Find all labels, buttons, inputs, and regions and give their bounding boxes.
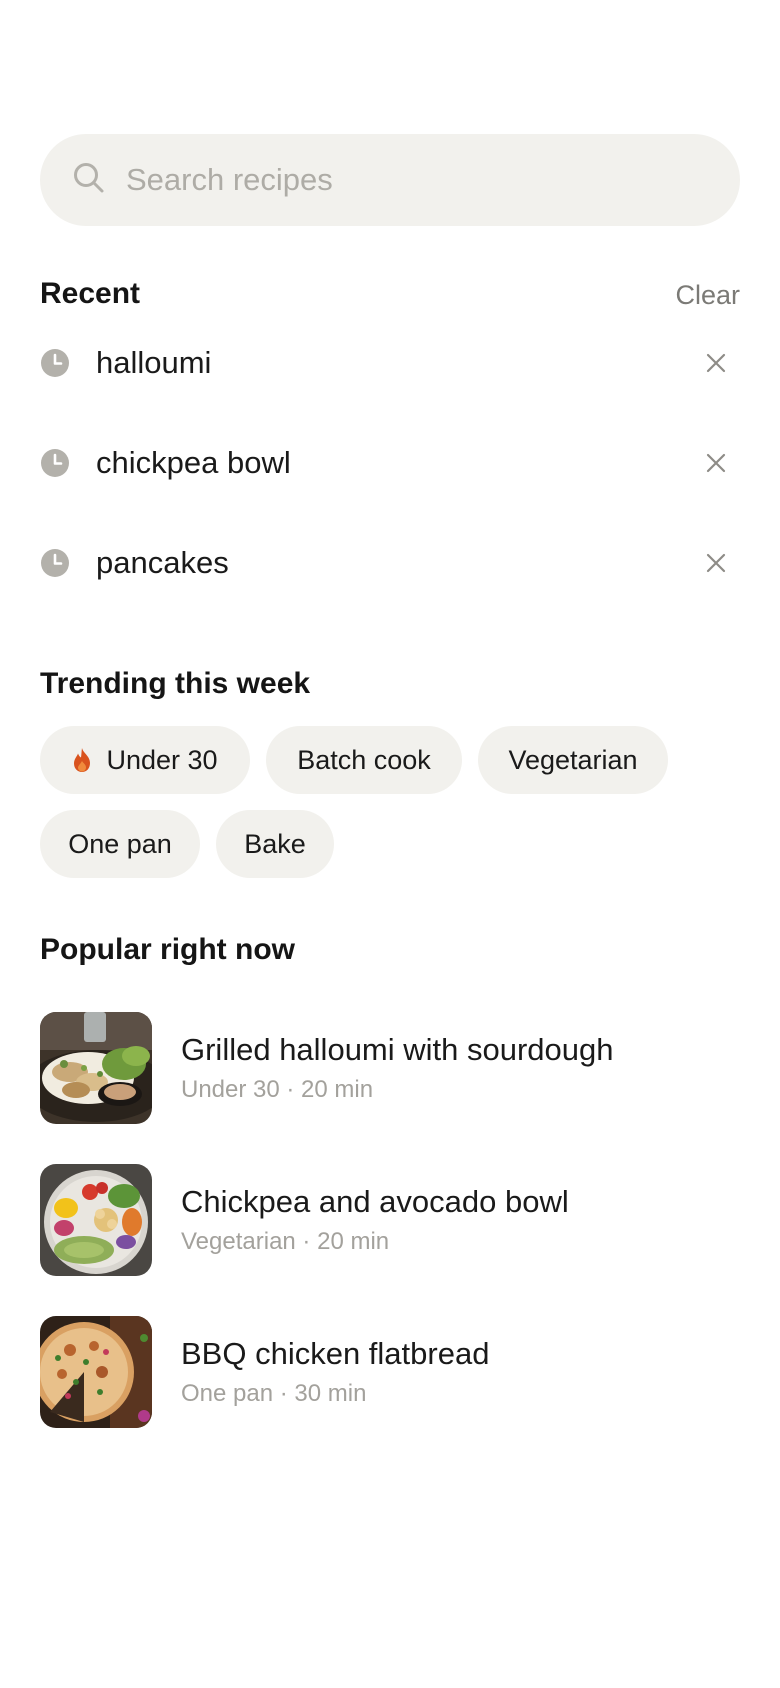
recipe-row[interactable]: Chickpea and avocado bowl Vegetarian · 2… bbox=[40, 1164, 740, 1276]
search-icon bbox=[72, 161, 106, 200]
chip-under-30[interactable]: Under 30 bbox=[40, 726, 250, 794]
recipe-title: Chickpea and avocado bowl bbox=[181, 1184, 569, 1219]
chip-batch-cook[interactable]: Batch cook bbox=[266, 726, 462, 794]
recent-item-label: chickpea bowl bbox=[96, 445, 291, 480]
recent-item-label: halloumi bbox=[96, 345, 212, 380]
flame-icon bbox=[72, 747, 92, 773]
clock-icon bbox=[40, 348, 70, 378]
chip-label: Vegetarian bbox=[508, 744, 638, 775]
recipe-row[interactable]: Grilled halloumi with sourdough Under 30… bbox=[40, 1012, 740, 1124]
chip-one-pan[interactable]: One pan bbox=[40, 810, 200, 878]
trending-heading: Trending this week bbox=[40, 667, 311, 700]
recipe-meta: One pan · 30 min bbox=[181, 1380, 367, 1407]
chip-label: Batch cook bbox=[297, 744, 431, 775]
chip-bake[interactable]: Bake bbox=[216, 810, 334, 878]
popular-heading: Popular right now bbox=[40, 933, 295, 966]
remove-recent-icon[interactable] bbox=[704, 351, 728, 375]
remove-recent-icon[interactable] bbox=[704, 451, 728, 475]
remove-recent-icon[interactable] bbox=[704, 551, 728, 575]
chip-label: One pan bbox=[68, 828, 172, 859]
recent-heading: Recent bbox=[40, 277, 141, 310]
recipe-title: BBQ chicken flatbread bbox=[181, 1336, 490, 1371]
search-bar[interactable] bbox=[40, 134, 740, 226]
chickpea-bowl-thumbnail bbox=[40, 1164, 152, 1276]
recipe-meta: Vegetarian · 20 min bbox=[181, 1228, 390, 1255]
chip-label: Bake bbox=[244, 828, 306, 859]
recipe-row[interactable]: BBQ chicken flatbread One pan · 30 min bbox=[40, 1316, 740, 1428]
recent-item[interactable]: halloumi bbox=[40, 333, 740, 393]
chip-label: Under 30 bbox=[106, 744, 218, 775]
recent-item[interactable]: pancakes bbox=[40, 533, 740, 593]
recipe-search-screen: Recent Clear halloumi chickpea bowl panc… bbox=[0, 0, 780, 1688]
recipe-title: Grilled halloumi with sourdough bbox=[181, 1032, 614, 1067]
clock-icon bbox=[40, 548, 70, 578]
recent-item-label: pancakes bbox=[96, 545, 229, 580]
recipe-meta: Under 30 · 20 min bbox=[181, 1076, 374, 1103]
clear-recent-button[interactable]: Clear bbox=[675, 278, 740, 312]
search-input[interactable] bbox=[126, 162, 686, 198]
halloumi-thumbnail bbox=[40, 1012, 152, 1124]
chip-vegetarian[interactable]: Vegetarian bbox=[478, 726, 668, 794]
clock-icon bbox=[40, 448, 70, 478]
recent-item[interactable]: chickpea bowl bbox=[40, 433, 740, 493]
flatbread-thumbnail bbox=[40, 1316, 152, 1428]
